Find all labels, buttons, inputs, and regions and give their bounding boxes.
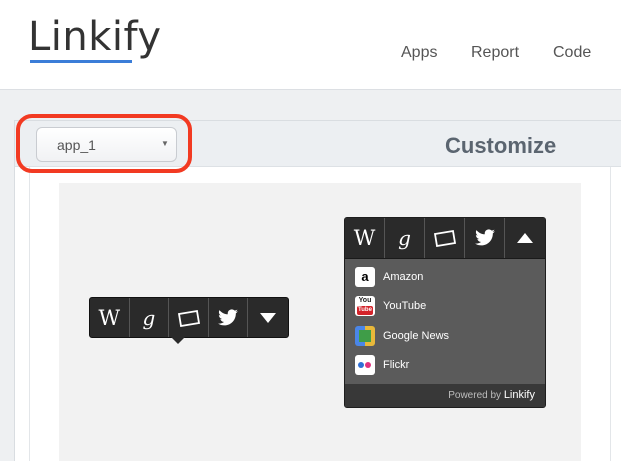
customize-title: Customize: [445, 133, 557, 158]
link-item-flickr[interactable]: Flickr: [345, 351, 545, 381]
amazon-icon: a: [355, 266, 375, 287]
link-label: Google News: [383, 329, 450, 342]
google-icon: g: [398, 226, 411, 250]
photos-icon: [433, 229, 456, 247]
twitter-icon: [218, 308, 239, 325]
google-button[interactable]: g: [130, 298, 170, 337]
app-header: Linkify Apps Report Code: [0, 0, 621, 90]
nav-code[interactable]: Code: [553, 44, 591, 62]
expanded-link-bar: W g: [345, 218, 545, 259]
expand-button[interactable]: [248, 298, 288, 337]
divider: [610, 167, 611, 461]
link-label: YouTube: [383, 300, 427, 313]
logo-underline: [30, 60, 132, 63]
link-item-youtube[interactable]: You Tube YouTube: [345, 292, 545, 322]
flickr-icon: [355, 355, 375, 376]
caret-down-icon: [260, 312, 277, 323]
divider: [29, 167, 30, 461]
google-icon: g: [142, 305, 156, 330]
nav-report[interactable]: Report: [471, 44, 519, 62]
photos-button[interactable]: [425, 218, 465, 258]
link-label: Amazon: [383, 270, 424, 283]
expanded-link-panel: W g a Amazon You Tube YouTube Google New…: [344, 217, 546, 408]
photos-button[interactable]: [169, 298, 209, 337]
collapsed-link-bar: W g: [89, 297, 289, 338]
youtube-icon: You Tube: [355, 296, 375, 317]
caret-up-icon: [517, 233, 533, 243]
nav-apps[interactable]: Apps: [401, 44, 437, 62]
twitter-icon: [474, 229, 495, 246]
wikipedia-button[interactable]: W: [345, 218, 385, 258]
wikipedia-icon: W: [98, 305, 121, 330]
google-news-icon: [355, 325, 375, 346]
twitter-button[interactable]: [209, 298, 249, 337]
collapse-button[interactable]: [505, 218, 545, 258]
bar-pointer: [171, 337, 185, 344]
wikipedia-icon: W: [353, 226, 376, 250]
google-button[interactable]: g: [385, 218, 425, 258]
link-label: Flickr: [383, 359, 410, 372]
photos-icon: [177, 309, 200, 327]
highlight-annotation: [16, 114, 192, 173]
link-list: a Amazon You Tube YouTube Google News Fl…: [345, 262, 545, 380]
powered-by-brand: Linkify: [503, 389, 535, 401]
powered-by-prefix: Powered by: [448, 390, 502, 401]
panel-footer: Powered by Linkify: [345, 384, 545, 407]
twitter-button[interactable]: [465, 218, 505, 258]
link-item-google-news[interactable]: Google News: [345, 321, 545, 351]
logo[interactable]: Linkify: [28, 14, 162, 60]
link-item-amazon[interactable]: a Amazon: [345, 262, 545, 292]
powered-by[interactable]: Powered by Linkify: [448, 389, 535, 401]
wikipedia-button[interactable]: W: [90, 298, 130, 337]
